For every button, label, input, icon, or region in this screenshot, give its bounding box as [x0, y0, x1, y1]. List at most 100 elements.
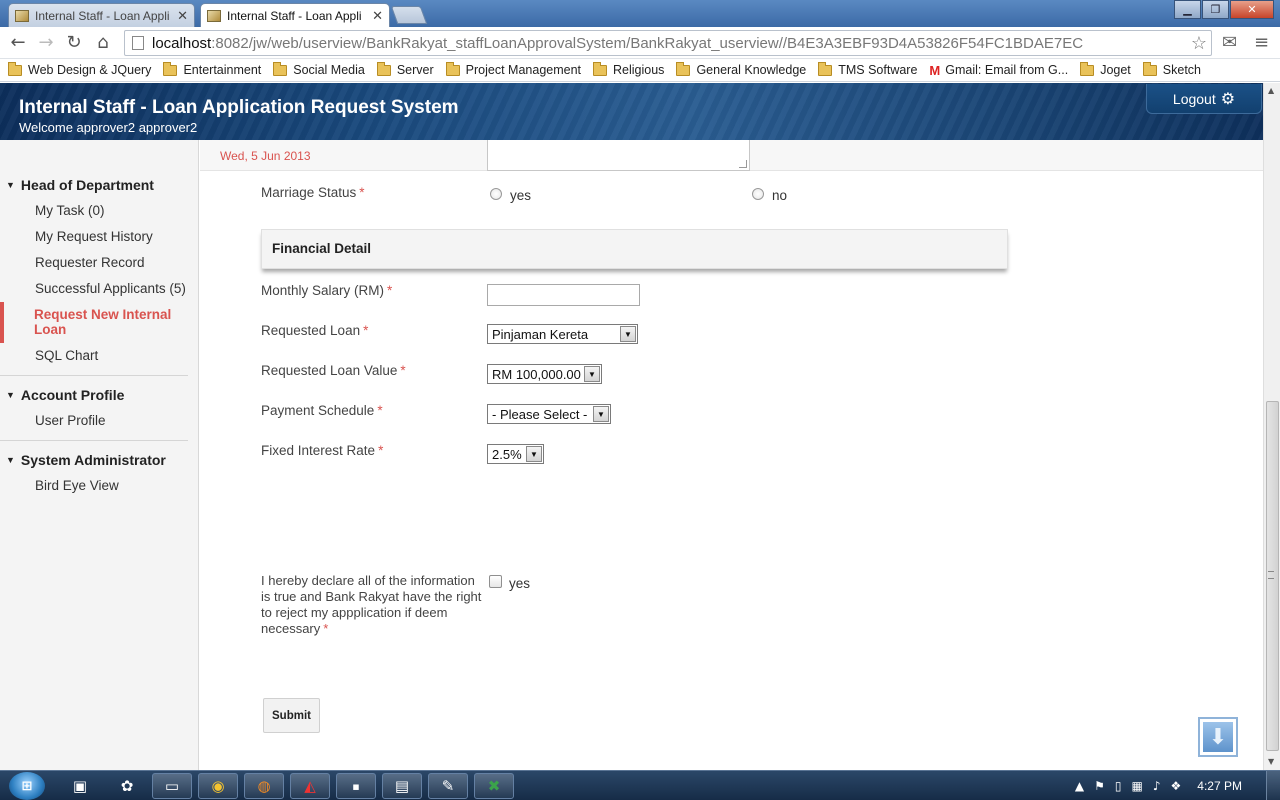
bookmark-label: Joget [1100, 63, 1131, 77]
vertical-scrollbar[interactable]: ▲ ▼ [1263, 83, 1280, 770]
window-close-button[interactable]: ✕ [1230, 0, 1274, 19]
bookmark-item[interactable]: General Knowledge [676, 61, 807, 77]
gear-icon: ⚙ [1220, 90, 1236, 108]
start-button[interactable]: ⊞ [9, 772, 45, 800]
close-icon[interactable]: ✕ [372, 8, 383, 24]
scroll-down-arrow-icon[interactable]: ▼ [1268, 757, 1274, 766]
notepad-icon[interactable]: ▤ [382, 773, 422, 799]
jquery-app-icon[interactable]: ✿ [107, 773, 147, 799]
bookmark-item[interactable]: Server [376, 61, 434, 77]
marriage-yes-radio[interactable] [490, 188, 502, 200]
browser-tab-1[interactable]: Internal Staff - Loan Appli ✕ [8, 3, 195, 27]
wrench-menu-icon[interactable]: ≡ [1254, 32, 1269, 53]
bookmark-item[interactable]: M Gmail: Email from G... [929, 63, 1068, 78]
declaration-checkbox[interactable] [489, 575, 502, 588]
payment-schedule-label: Payment Schedule * [261, 403, 383, 418]
sidebar-divider [0, 375, 188, 376]
bookmark-item[interactable]: TMS Software [818, 61, 917, 77]
sidebar-section-header[interactable]: ▼ System Administrator [0, 447, 188, 473]
sidebar-item-request-new-internal-loan[interactable]: Request New Internal Loan [0, 302, 188, 343]
sidebar-item-bird-eye-view[interactable]: Bird Eye View [0, 473, 188, 499]
label-text: Fixed Interest Rate [261, 443, 376, 458]
folder-icon [818, 61, 833, 76]
forward-icon[interactable]: → [36, 33, 56, 53]
requested-loan-value-select[interactable]: RM 100,000.00 ▼ [487, 364, 602, 384]
show-hidden-icons-icon[interactable]: ▲ [1075, 779, 1084, 793]
network-icon[interactable]: ▦ [1132, 779, 1143, 793]
required-mark: * [378, 443, 384, 458]
bookmark-label: Entertainment [183, 63, 262, 77]
dropbox-icon[interactable]: ❖ [1171, 779, 1182, 793]
bookmark-star-icon[interactable]: ☆ [1191, 33, 1207, 54]
bookmark-item[interactable]: Entertainment [163, 61, 262, 77]
sidebar-section-header[interactable]: ▼ Head of Department [0, 172, 188, 198]
sidebar-item-my-request-history[interactable]: My Request History [0, 224, 188, 250]
sidebar-item-requester-record[interactable]: Requester Record [0, 250, 188, 276]
volume-icon[interactable]: ♪ [1153, 779, 1161, 793]
tab-title: Internal Staff - Loan Appli [227, 8, 362, 23]
arrow-down-icon: ⬇ [1203, 722, 1233, 752]
date-bar: Wed, 5 Jun 2013 [200, 140, 1263, 171]
maximize-button[interactable]: ❐ [1202, 0, 1229, 19]
chevron-down-icon: ▼ [526, 446, 542, 462]
select-value: - Please Select - [492, 406, 588, 422]
scroll-down-button[interactable]: ⬇ [1198, 717, 1238, 757]
monthly-salary-input[interactable] [487, 284, 640, 306]
required-mark: * [323, 621, 329, 636]
bookmark-item[interactable]: Sketch [1142, 61, 1201, 77]
fixed-interest-rate-select[interactable]: 2.5% ▼ [487, 444, 544, 464]
reload-icon[interactable]: ↻ [64, 33, 84, 53]
browser-tab-2[interactable]: Internal Staff - Loan Appli ✕ [200, 3, 390, 27]
command-prompt-icon[interactable]: ▪ [336, 773, 376, 799]
address-bar[interactable]: localhost:8082/jw/web/userview/BankRakya… [124, 30, 1212, 56]
gmail-checker-icon[interactable]: ✉ [1222, 32, 1237, 53]
home-icon[interactable]: ⌂ [93, 33, 113, 53]
logout-button[interactable]: Logout ⚙ [1146, 84, 1262, 114]
show-desktop-button[interactable] [1266, 771, 1280, 800]
back-icon[interactable]: ← [8, 33, 28, 53]
textarea-field[interactable] [487, 140, 750, 171]
sidebar-item-user-profile[interactable]: User Profile [0, 408, 188, 434]
windows-taskbar: ⊞ ▣ ✿ ▭ ◉ ◍ ◭ ▪ ▤ ✎ ✖ ▲ ⚑ ▯ ▦ ♪ ❖ 4:27 P… [0, 770, 1280, 800]
explorer-libraries-icon[interactable]: ▣ [60, 773, 100, 799]
bookmark-label: General Knowledge [696, 63, 807, 77]
action-center-flag-icon[interactable]: ⚑ [1094, 779, 1105, 793]
folder-icon [593, 61, 608, 76]
submit-button[interactable]: Submit [263, 698, 320, 733]
excel-icon[interactable]: ✖ [474, 773, 514, 799]
taskbar-clock[interactable]: 4:27 PM [1197, 779, 1242, 793]
bookmark-item[interactable]: Religious [593, 61, 664, 77]
window-controls: ▁ ❐ ✕ [1173, 0, 1274, 19]
folder-icon [1080, 61, 1095, 76]
usb-device-icon[interactable]: ▯ [1115, 779, 1122, 793]
monthly-salary-label: Monthly Salary (RM) * [261, 283, 392, 298]
scroll-up-arrow-icon[interactable]: ▲ [1268, 86, 1274, 95]
sidebar-item-successful-applicants[interactable]: Successful Applicants (5) [0, 276, 188, 302]
required-mark: * [359, 185, 365, 200]
required-mark: * [377, 403, 383, 418]
close-icon[interactable]: ✕ [177, 8, 188, 24]
acrobat-icon[interactable]: ◭ [290, 773, 330, 799]
sidebar-item-sql-chart[interactable]: SQL Chart [0, 343, 188, 369]
payment-schedule-select[interactable]: - Please Select - ▼ [487, 404, 611, 424]
requested-loan-select[interactable]: Pinjaman Kereta ▼ [487, 324, 638, 344]
bookmark-item[interactable]: Social Media [273, 61, 365, 77]
sidebar-section-header[interactable]: ▼ Account Profile [0, 382, 188, 408]
marriage-no-radio[interactable] [752, 188, 764, 200]
bookmark-item[interactable]: Web Design & JQuery [8, 61, 151, 77]
sidebar-item-my-task[interactable]: My Task (0) [0, 198, 188, 224]
bookmark-item[interactable]: Joget [1080, 61, 1131, 77]
requested-loan-label: Requested Loan * [261, 323, 368, 338]
minimize-button[interactable]: ▁ [1174, 0, 1201, 19]
paint-icon[interactable]: ✎ [428, 773, 468, 799]
new-tab-button[interactable] [390, 6, 428, 24]
section-heading: Financial Detail [272, 241, 372, 256]
folder-icon [1142, 61, 1157, 76]
firefox-icon[interactable]: ◍ [244, 773, 284, 799]
chrome-icon[interactable]: ◉ [198, 773, 238, 799]
bookmark-item[interactable]: Project Management [445, 61, 581, 77]
select-value: RM 100,000.00 [492, 366, 581, 382]
sidebar-section-head-of-department: ▼ Head of Department My Task (0) My Reque… [0, 172, 188, 369]
file-explorer-icon[interactable]: ▭ [152, 773, 192, 799]
